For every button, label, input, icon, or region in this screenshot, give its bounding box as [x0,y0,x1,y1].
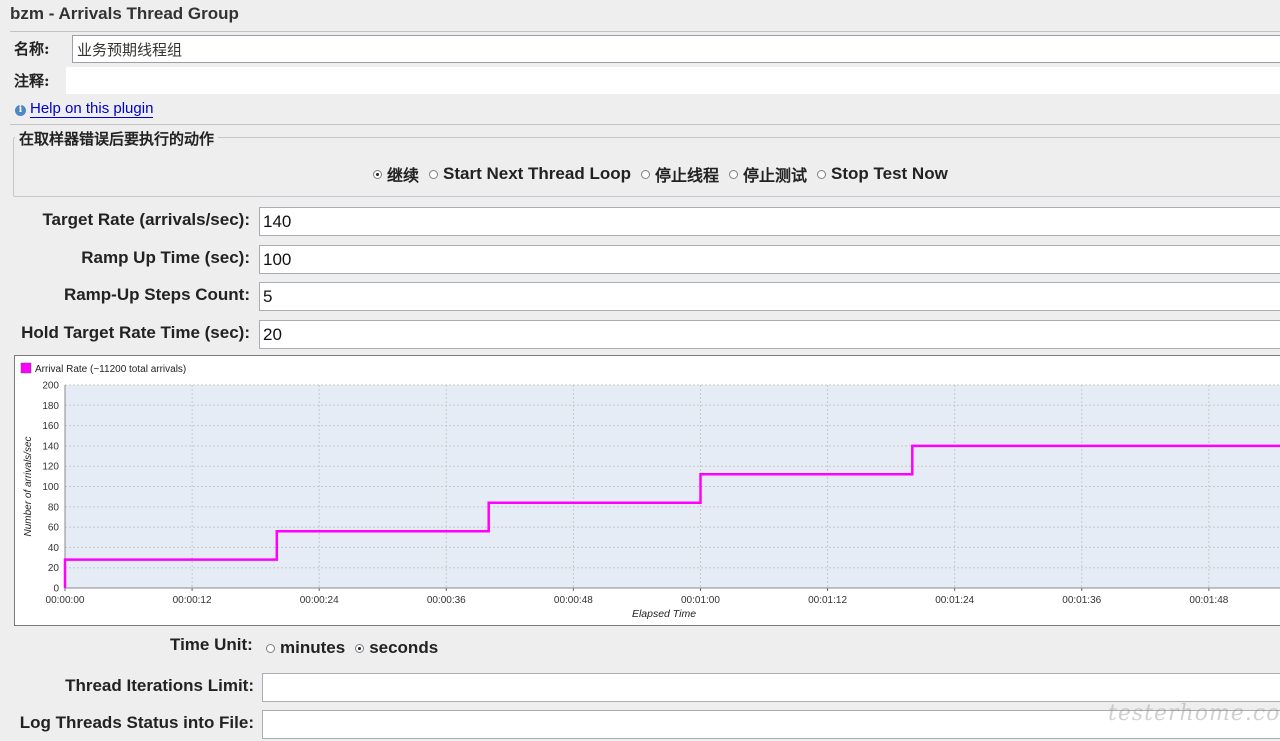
y-tick-label: 60 [48,523,60,534]
radio-stop-thread-label: 停止线程 [654,166,719,185]
time-unit-options: minutes seconds [266,638,448,658]
y-tick-label: 140 [42,441,59,452]
x-tick-label: 00:00:12 [173,595,212,606]
chart-legend: Arrival Rate (~11200 total arrivals) [20,362,186,375]
legend-swatch [20,362,32,374]
radio-indicator[interactable] [640,169,650,179]
radio-stop-test-now[interactable]: Stop Test Now [817,164,948,184]
target-rate-label: Target Rate (arrivals/sec): [42,210,250,229]
sampler-error-title: 在取样器错误后要执行的动作 [15,128,219,149]
x-tick-label: 00:00:00 [46,595,85,606]
y-tick-label: 100 [42,482,59,493]
radio-stop-test-label: 停止测试 [743,166,808,185]
radio-start-next-loop-label: Start Next Thread Loop [443,164,631,183]
name-input[interactable] [72,35,1280,63]
log-threads-label: Log Threads Status into File: [19,713,254,732]
help-separator [10,124,1280,125]
x-tick-label: 00:00:48 [554,595,593,606]
x-tick-label: 00:01:12 [808,595,847,606]
radio-continue[interactable]: 继续 [373,162,419,186]
y-tick-label: 20 [48,563,60,574]
y-tick-label: 40 [48,543,60,554]
radio-stop-test-now-label: Stop Test Now [831,164,948,183]
radio-start-next-thread-loop[interactable]: Start Next Thread Loop [429,164,631,184]
x-tick-label: 00:01:36 [1062,595,1101,606]
comment-label: 注释: [14,72,50,90]
chart-svg: 0 20 40 60 80 100 120 140 160 180 200 00:00:00 00:00… [20,362,1280,620]
x-tick-label: 00:01:00 [681,595,720,606]
info-icon: i [15,105,26,116]
radio-stop-test[interactable]: 停止测试 [729,162,807,186]
x-tick-label: 00:00:36 [427,595,466,606]
hold-time-input[interactable] [259,320,1280,349]
radio-indicator[interactable] [429,169,439,179]
y-tick-label: 0 [53,584,59,595]
watermark: testerhome.com [1108,701,1280,726]
ramp-up-time-label: Ramp Up Time (sec): [81,248,250,267]
radio-continue-label: 继续 [387,166,420,185]
ramp-up-steps-input[interactable] [259,282,1280,311]
name-label: 名称: [14,40,50,58]
radio-minutes[interactable]: minutes [266,638,345,658]
arrival-rate-chart: 0 20 40 60 80 100 120 140 160 180 200 00:00:00 00:00… [14,355,1280,626]
ramp-up-time-input[interactable] [259,245,1280,274]
thread-iterations-label: Thread Iterations Limit: [65,676,254,695]
y-tick-label: 80 [48,502,60,513]
target-rate-input[interactable] [259,207,1280,236]
x-tick-label: 00:01:48 [1189,595,1228,606]
radio-indicator[interactable] [373,169,382,179]
hold-time-label: Hold Target Rate Time (sec): [21,323,250,342]
radio-minutes-label: minutes [280,638,346,657]
x-tick-label: 00:01:24 [935,595,974,606]
ramp-up-steps-label: Ramp-Up Steps Count: [63,285,250,304]
y-tick-label: 200 [42,381,59,392]
x-tick-label: 00:00:24 [300,595,339,606]
y-tick-label: 120 [42,462,59,473]
y-tick-label: 160 [42,421,59,432]
legend-label: Arrival Rate (~11200 total arrivals) [35,364,186,375]
radio-stop-thread[interactable]: 停止线程 [640,162,719,186]
y-axis-title: Number of arrivals/sec [23,436,34,536]
radio-seconds[interactable]: seconds [355,638,438,658]
radio-indicator[interactable] [355,643,365,653]
help-link[interactable]: Help on this plugin [30,101,154,118]
comment-input[interactable] [66,67,1280,94]
thread-iterations-input[interactable] [262,673,1280,702]
radio-indicator[interactable] [266,643,275,653]
x-axis-title: Elapsed Time [632,608,696,620]
radio-seconds-label: seconds [369,638,439,657]
radio-indicator[interactable] [817,169,827,179]
y-tick-label: 180 [42,401,59,412]
radio-indicator[interactable] [729,169,738,179]
sampler-error-options: 继续 Start Next Thread Loop 停止线程 停止测试 Stop… [373,162,958,186]
top-separator [10,31,1280,32]
window-title: bzm - Arrivals Thread Group [10,4,239,23]
time-unit-label: Time Unit: [170,635,253,654]
